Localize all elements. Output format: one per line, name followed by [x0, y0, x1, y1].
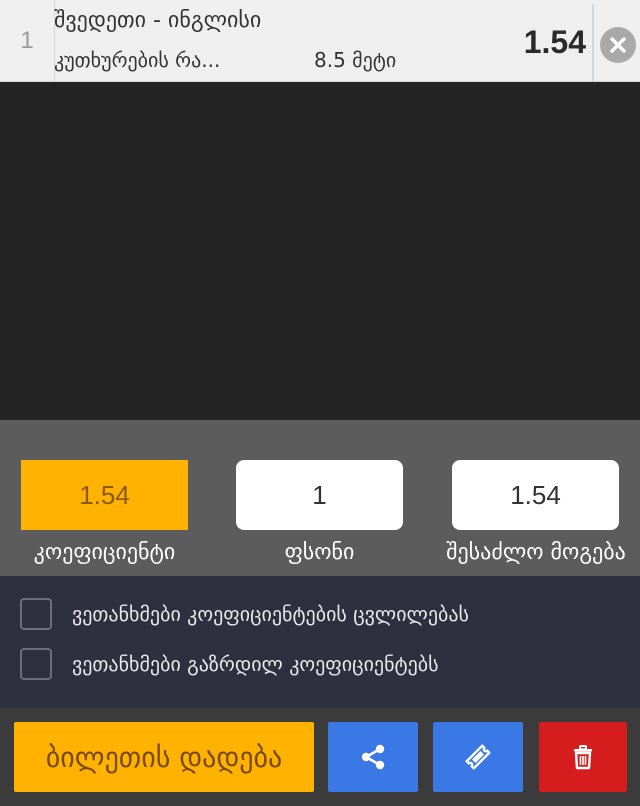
action-bar: ბილეთის დადება — [0, 708, 640, 806]
bet-market: კუთხურების რა... — [54, 48, 221, 72]
bet-item: 1 შვედეთი - ინგლისი კუთხურების რა... 8.5… — [0, 0, 640, 82]
accept-boosted-odds-option[interactable]: ვეთანხმები გაზრდილ კოეფიციენტებს — [20, 648, 439, 680]
betslip-empty-area — [0, 82, 640, 420]
bet-separator — [592, 4, 594, 82]
odds-value-box: 1.54 — [21, 460, 188, 530]
possible-win-box: 1.54 — [452, 460, 619, 530]
options-panel: ვეთანხმები კოეფიციენტების ცვლილებას ვეთა… — [0, 576, 640, 708]
trash-icon — [574, 745, 592, 770]
bet-match-title: შვედეთი - ინგლისი — [54, 8, 262, 33]
ticket-icon — [465, 744, 491, 770]
accept-odds-change-option[interactable]: ვეთანხმები კოეფიციენტების ცვლილებას — [20, 598, 469, 630]
stake-panel: 1.54 1 1.54 კოეფიციენტი ფსონი შესაძლო მო… — [0, 420, 640, 576]
bet-odds: 1.54 — [523, 24, 586, 60]
close-circle-icon — [610, 37, 626, 53]
accept-boosted-odds-checkbox[interactable] — [20, 648, 52, 680]
stake-input[interactable]: 1 — [236, 460, 403, 530]
ticket-button[interactable] — [433, 722, 523, 792]
bet-selection: 8.5 მეტი — [314, 48, 397, 72]
betslip: 1 შვედეთი - ინგლისი კუთხურების რა... 8.5… — [0, 0, 640, 806]
remove-bet-button[interactable] — [600, 27, 636, 63]
possible-win-label: შესაძლო მოგება — [446, 540, 626, 565]
delete-all-button[interactable] — [539, 722, 627, 792]
bet-index: 1 — [20, 27, 34, 54]
accept-odds-change-label: ვეთანხმები კოეფიციენტების ცვლილებას — [72, 602, 469, 626]
accept-odds-change-checkbox[interactable] — [20, 598, 52, 630]
odds-label: კოეფიციენტი — [33, 540, 176, 565]
accept-boosted-odds-label: ვეთანხმები გაზრდილ კოეფიციენტებს — [72, 652, 439, 676]
share-icon — [361, 744, 385, 770]
share-button[interactable] — [328, 722, 418, 792]
place-bet-button[interactable]: ბილეთის დადება — [14, 722, 314, 792]
stake-label: ფსონი — [284, 540, 355, 565]
